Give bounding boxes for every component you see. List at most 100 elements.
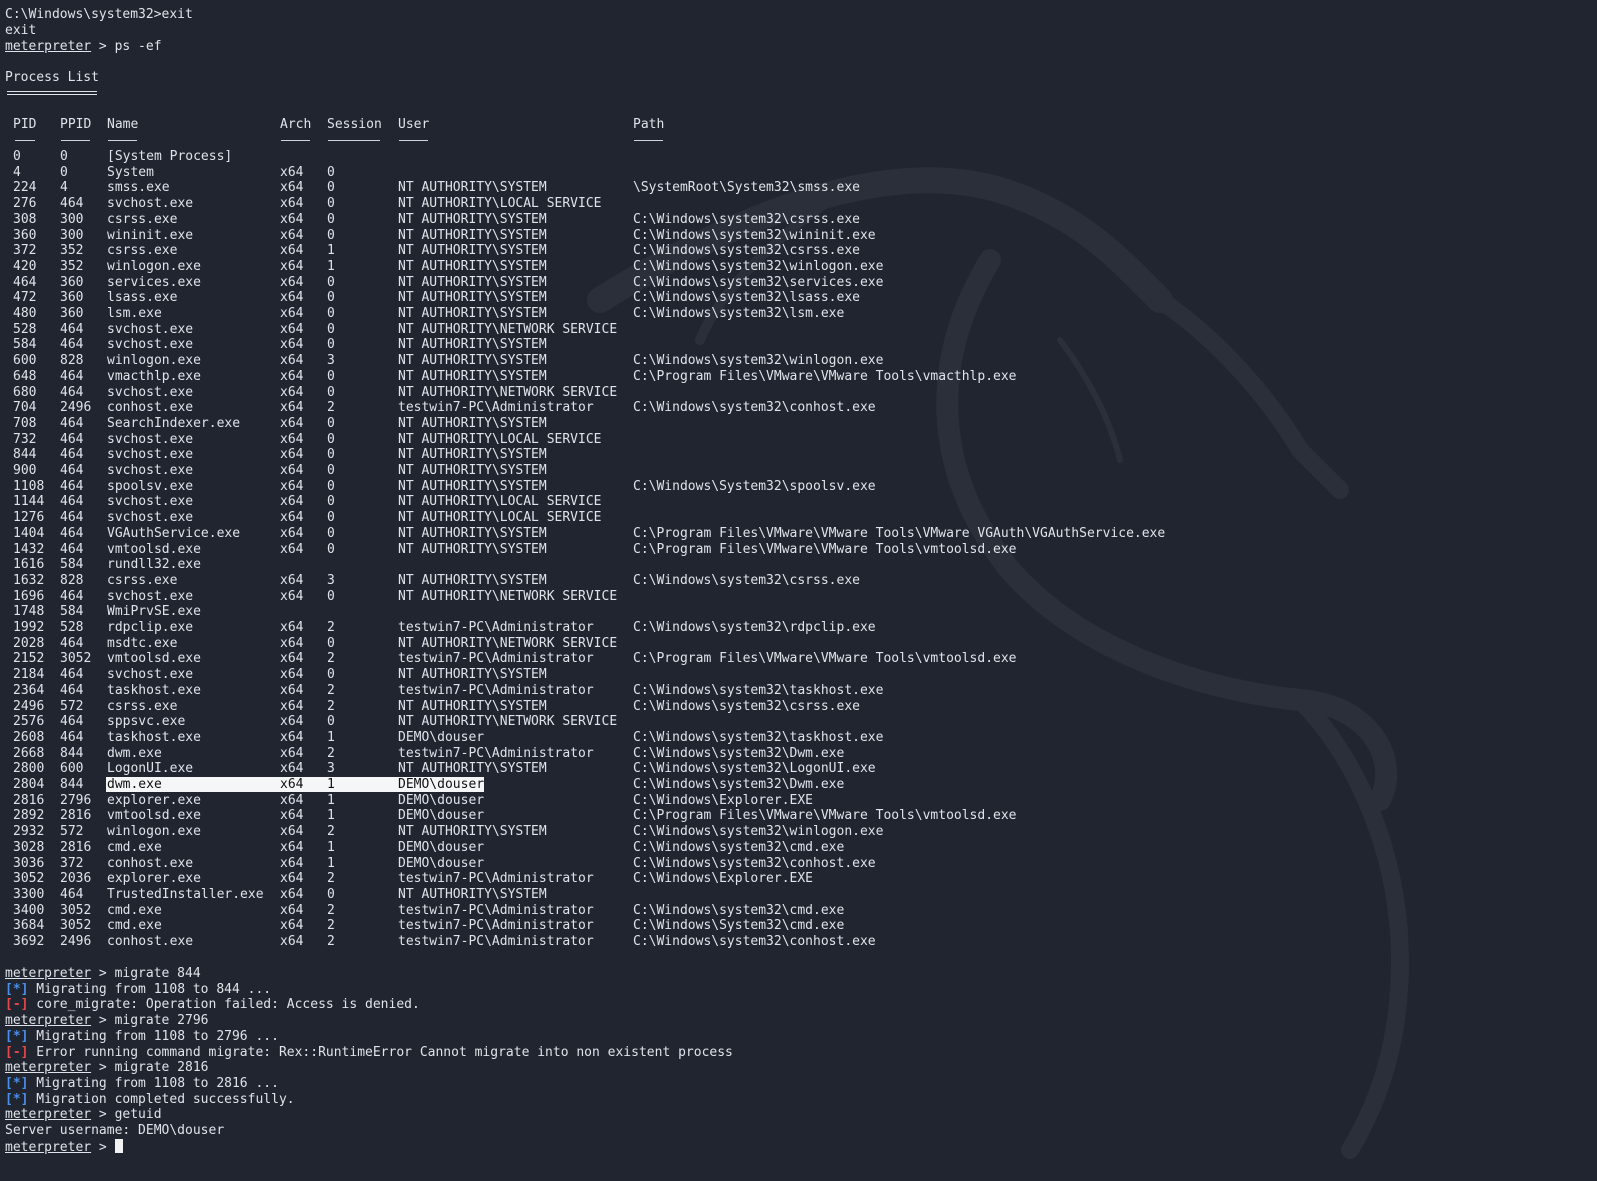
cell-session: 0 [327,416,335,431]
cell-arch: x64 [280,447,304,462]
table-row[interactable]: 0 0 [System Process] [0,149,1597,165]
cell-user: DEMO\douser [398,793,485,808]
command-text[interactable]: > [91,1140,114,1155]
table-row[interactable]: 1748 584 WmiPrvSE.exe [0,604,1597,620]
table-row[interactable]: 2892 2816 vmtoolsd.exe x64 1 DEMO\douser C:\Pr… [0,808,1597,824]
table-row[interactable]: 3028 2816 cmd.exe x64 1 DEMO\douser C:\Windows… [0,840,1597,856]
table-row[interactable]: 1616 584 rundll32.exe [0,557,1597,573]
cell-session: 2 [327,903,335,918]
cell-path: C:\Windows\system32\conhost.exe [633,856,876,871]
cell-name: conhost.exe [107,934,194,949]
table-row[interactable]: 2184 464 svchost.exe x64 0 NT AUTHORITY\SYSTE… [0,667,1597,683]
table-row[interactable]: 480 360 lsm.exe x64 0 NT AUTHORITY\SYSTEM C:\W… [0,306,1597,322]
table-row[interactable]: 708 464 SearchIndexer.exe x64 0 NT AUTHORITY\… [0,416,1597,432]
table-row[interactable]: 1432 464 vmtoolsd.exe x64 0 NT AUTHORITY\SYST… [0,542,1597,558]
table-row[interactable]: 1144 464 svchost.exe x64 0 NT AUTHORITY\LOCAL… [0,494,1597,510]
message-text: Migrating from 1108 to 2796 ... [28,1029,279,1044]
cell-name: sppsvc.exe [107,714,186,729]
cell-name: svchost.exe [107,463,194,478]
table-row[interactable]: 1696 464 svchost.exe x64 0 NT AUTHORITY\NETWO… [0,589,1597,605]
cell-arch: x64 [280,385,304,400]
table-row[interactable]: 464 360 services.exe x64 0 NT AUTHORITY\SYSTE… [0,275,1597,291]
table-row[interactable]: 2800 600 LogonUI.exe x64 3 NT AUTHORITY\SYSTE… [0,761,1597,777]
table-row[interactable]: 2608 464 taskhost.exe x64 1 DEMO\douser C:\Win… [0,730,1597,746]
cell-name: WmiPrvSE.exe [107,604,201,619]
table-row[interactable]: 600 828 winlogon.exe x64 3 NT AUTHORITY\SYSTE… [0,353,1597,369]
prompt-line: meterpreter > getuid [5,1107,162,1123]
cell-ppid: 464 [60,494,84,509]
table-row[interactable]: 1404 464 VGAuthService.exe x64 0 NT AUTHORITY… [0,526,1597,542]
cell-session: 0 [327,432,335,447]
cell-arch: x64 [280,589,304,604]
table-row[interactable]: 372 352 csrss.exe x64 1 NT AUTHORITY\SYSTEM C:… [0,243,1597,259]
table-row[interactable]: 3684 3052 cmd.exe x64 2 testwin7-PC\Administr… [0,918,1597,934]
cell-name: [System Process] [107,149,233,164]
table-row[interactable]: 1276 464 svchost.exe x64 0 NT AUTHORITY\LOCAL… [0,510,1597,526]
cell-name: cmd.exe [107,903,162,918]
cell-pid: 0 [13,149,21,164]
table-row[interactable]: 584 464 svchost.exe x64 0 NT AUTHORITY\SYSTEM [0,337,1597,353]
table-row[interactable]: 224 4 smss.exe x64 0 NT AUTHORITY\SYSTEM \Syst… [0,180,1597,196]
cell-ppid: 464 [60,714,84,729]
table-row[interactable]: 2364 464 taskhost.exe x64 2 testwin7-PC\Admin… [0,683,1597,699]
table-row[interactable]: 420 352 winlogon.exe x64 1 NT AUTHORITY\SYSTE… [0,259,1597,275]
table-row[interactable]: 2816 2796 explorer.exe x64 1 DEMO\douser C:\Wi… [0,793,1597,809]
cell-ppid: 352 [60,259,84,274]
cell-session: 3 [327,761,335,776]
cell-ppid: 464 [60,385,84,400]
cell-session: 1 [327,856,335,871]
table-row[interactable]: 3300 464 TrustedInstaller.exe x64 0 NT AUTHOR… [0,887,1597,903]
table-row[interactable]: 3400 3052 cmd.exe x64 2 testwin7-PC\Administr… [0,903,1597,919]
table-row[interactable]: 704 2496 conhost.exe x64 2 testwin7-PC\Admini… [0,400,1597,416]
text-cursor[interactable] [114,1139,123,1153]
table-row[interactable]: 2576 464 sppsvc.exe x64 0 NT AUTHORITY\NETWOR… [0,714,1597,730]
cell-arch: x64 [280,463,304,478]
cell-pid: 680 [13,385,37,400]
table-row[interactable]: 3692 2496 conhost.exe x64 2 testwin7-PC\Admin… [0,934,1597,950]
table-row[interactable]: 900 464 svchost.exe x64 0 NT AUTHORITY\SYSTEM [0,463,1597,479]
cell-pid: 276 [13,196,37,211]
table-row[interactable]: 844 464 svchost.exe x64 0 NT AUTHORITY\SYSTEM [0,447,1597,463]
table-row[interactable]: 2496 572 csrss.exe x64 2 NT AUTHORITY\SYSTEM C… [0,699,1597,715]
table-row[interactable]: 680 464 svchost.exe x64 0 NT AUTHORITY\NETWOR… [0,385,1597,401]
cell-ppid: 464 [60,463,84,478]
table-row[interactable]: 1108 464 spoolsv.exe x64 0 NT AUTHORITY\SYSTE… [0,479,1597,495]
table-row[interactable]: 2932 572 winlogon.exe x64 2 NT AUTHORITY\SYST… [0,824,1597,840]
table-row[interactable]: 3036 372 conhost.exe x64 1 DEMO\douser C:\Wind… [0,856,1597,872]
table-row[interactable]: 1992 528 rdpclip.exe x64 2 testwin7-PC\Admini… [0,620,1597,636]
cell-pid: 1144 [13,494,45,509]
cell-arch: x64 [280,683,304,698]
table-row[interactable]: 2152 3052 vmtoolsd.exe x64 2 testwin7-PC\Admi… [0,651,1597,667]
table-row[interactable]: 360 300 wininit.exe x64 0 NT AUTHORITY\SYSTEM… [0,228,1597,244]
cell-pid: 600 [13,353,37,368]
terminal-window[interactable]: C:\Windows\system32>exit exit meterprete… [0,0,1597,1181]
table-row[interactable]: 2804 844 dwm.exe x64 1 DEMO\douser C:\Windows\… [0,777,1597,793]
cell-pid: 2608 [13,730,45,745]
table-row[interactable]: 308 300 csrss.exe x64 0 NT AUTHORITY\SYSTEM C:… [0,212,1597,228]
cell-pid: 480 [13,306,37,321]
command-text: > migrate 844 [91,966,201,981]
cell-user: NT AUTHORITY\NETWORK SERVICE [398,714,618,729]
cell-arch: x64 [280,259,304,274]
table-row[interactable]: 2028 464 msdtc.exe x64 0 NT AUTHORITY\NETWORK… [0,636,1597,652]
table-row[interactable]: 648 464 vmacthlp.exe x64 0 NT AUTHORITY\SYSTE… [0,369,1597,385]
table-row[interactable]: 3052 2036 explorer.exe x64 2 testwin7-PC\Admi… [0,871,1597,887]
cell-arch: x64 [280,934,304,949]
table-row[interactable]: 1632 828 csrss.exe x64 3 NT AUTHORITY\SYSTEM C… [0,573,1597,589]
table-row[interactable]: 472 360 lsass.exe x64 0 NT AUTHORITY\SYSTEM C:… [0,290,1597,306]
cell-arch: x64 [280,432,304,447]
cell-session: 2 [327,746,335,761]
cell-pid: 2364 [13,683,45,698]
table-row[interactable]: 2668 844 dwm.exe x64 2 testwin7-PC\Administra… [0,746,1597,762]
cell-path: C:\Windows\system32\Dwm.exe [633,746,845,761]
col-header-user: User [398,117,430,132]
table-row[interactable]: 276 464 svchost.exe x64 0 NT AUTHORITY\LOCAL … [0,196,1597,212]
table-row[interactable]: 528 464 svchost.exe x64 0 NT AUTHORITY\NETWOR… [0,322,1597,338]
cell-path: C:\Windows\system32\lsm.exe [633,306,845,321]
table-row[interactable]: 4 0 System x64 0 [0,165,1597,181]
cell-session: 1 [327,793,335,808]
cell-ppid: 464 [60,589,84,604]
table-row[interactable]: 732 464 svchost.exe x64 0 NT AUTHORITY\LOCAL … [0,432,1597,448]
cell-pid: 704 [13,400,37,415]
cell-pid: 3036 [13,856,45,871]
